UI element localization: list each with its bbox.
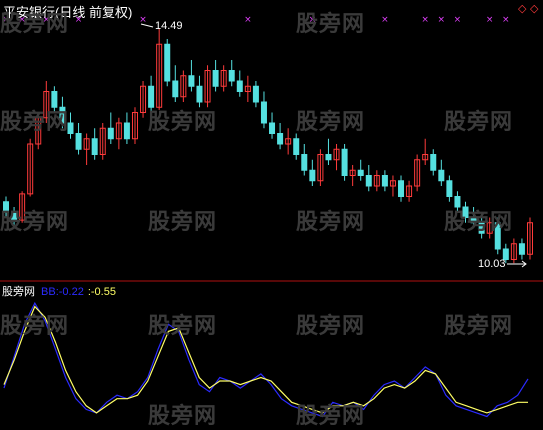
down-candle bbox=[164, 43, 171, 82]
indicator-legend: 股旁网 BB:-0.22:-0.55 bbox=[2, 283, 116, 299]
low-price-label: 10.03 bbox=[478, 258, 506, 270]
watermark: 股旁网 bbox=[296, 109, 366, 134]
signal-marker-icon: × bbox=[139, 15, 147, 25]
down-candle bbox=[123, 122, 130, 140]
down-candle bbox=[301, 154, 308, 171]
watermark: 股旁网 bbox=[0, 313, 70, 338]
signal-marker-icon: × bbox=[486, 15, 494, 25]
down-candle bbox=[107, 127, 114, 140]
signal-marker-icon: × bbox=[381, 15, 389, 25]
watermark: 股旁网 bbox=[148, 209, 218, 234]
down-candle bbox=[236, 80, 243, 92]
down-candle bbox=[381, 175, 388, 187]
signal-marker-icon: × bbox=[502, 15, 510, 25]
watermark: 股旁网 bbox=[444, 209, 514, 234]
signal-marker-icon: × bbox=[438, 15, 446, 25]
down-candle bbox=[196, 85, 203, 103]
down-candle bbox=[252, 85, 259, 103]
signal-marker-icon: × bbox=[244, 15, 252, 25]
down-candle bbox=[212, 70, 219, 87]
down-candle bbox=[188, 75, 195, 87]
diamond-left-icon[interactable]: ◇ bbox=[518, 2, 526, 15]
watermark: 股旁网 bbox=[0, 109, 70, 134]
down-candle bbox=[430, 154, 437, 171]
down-candle bbox=[309, 169, 316, 182]
indicator-bb-label: BB bbox=[41, 286, 56, 298]
down-candle bbox=[75, 133, 82, 150]
watermark: 股旁网 bbox=[296, 209, 366, 234]
watermark: 股旁网 bbox=[444, 109, 514, 134]
down-candle bbox=[277, 133, 284, 145]
watermark: 股旁网 bbox=[148, 313, 218, 338]
down-candle bbox=[446, 180, 453, 197]
down-candle bbox=[438, 169, 445, 182]
down-candle bbox=[172, 80, 179, 98]
watermark: 股旁网 bbox=[0, 209, 70, 234]
indicator-second-value: :-0.55 bbox=[87, 286, 116, 298]
down-candle bbox=[341, 148, 348, 176]
high-price-label: 14.49 bbox=[155, 20, 183, 32]
down-candle bbox=[293, 138, 300, 155]
watermark: 股旁网 bbox=[444, 313, 514, 338]
down-candle bbox=[325, 154, 332, 161]
watermark: 股旁网 bbox=[148, 403, 218, 428]
down-candle bbox=[518, 243, 525, 255]
diamond-right-icon[interactable]: ◇ bbox=[530, 2, 538, 15]
signal-marker-icon: × bbox=[454, 15, 462, 25]
indicator-bb-value: :-0.22 bbox=[55, 286, 84, 298]
signal-marker-icon: × bbox=[421, 15, 429, 25]
down-candle bbox=[91, 138, 98, 155]
down-candle bbox=[398, 180, 405, 197]
watermark: 股旁网 bbox=[0, 11, 70, 36]
down-candle bbox=[260, 101, 267, 124]
watermark: 股旁网 bbox=[296, 11, 366, 36]
watermark: 股旁网 bbox=[296, 313, 366, 338]
indicator-title: 股旁网 bbox=[2, 286, 35, 298]
high-arrow-line bbox=[140, 23, 154, 28]
down-candle bbox=[365, 175, 372, 187]
watermark: 股旁网 bbox=[148, 109, 218, 134]
down-candle bbox=[269, 122, 276, 134]
watermark: 股旁网 bbox=[296, 403, 366, 428]
down-candle bbox=[228, 70, 235, 82]
down-candle bbox=[357, 169, 364, 176]
